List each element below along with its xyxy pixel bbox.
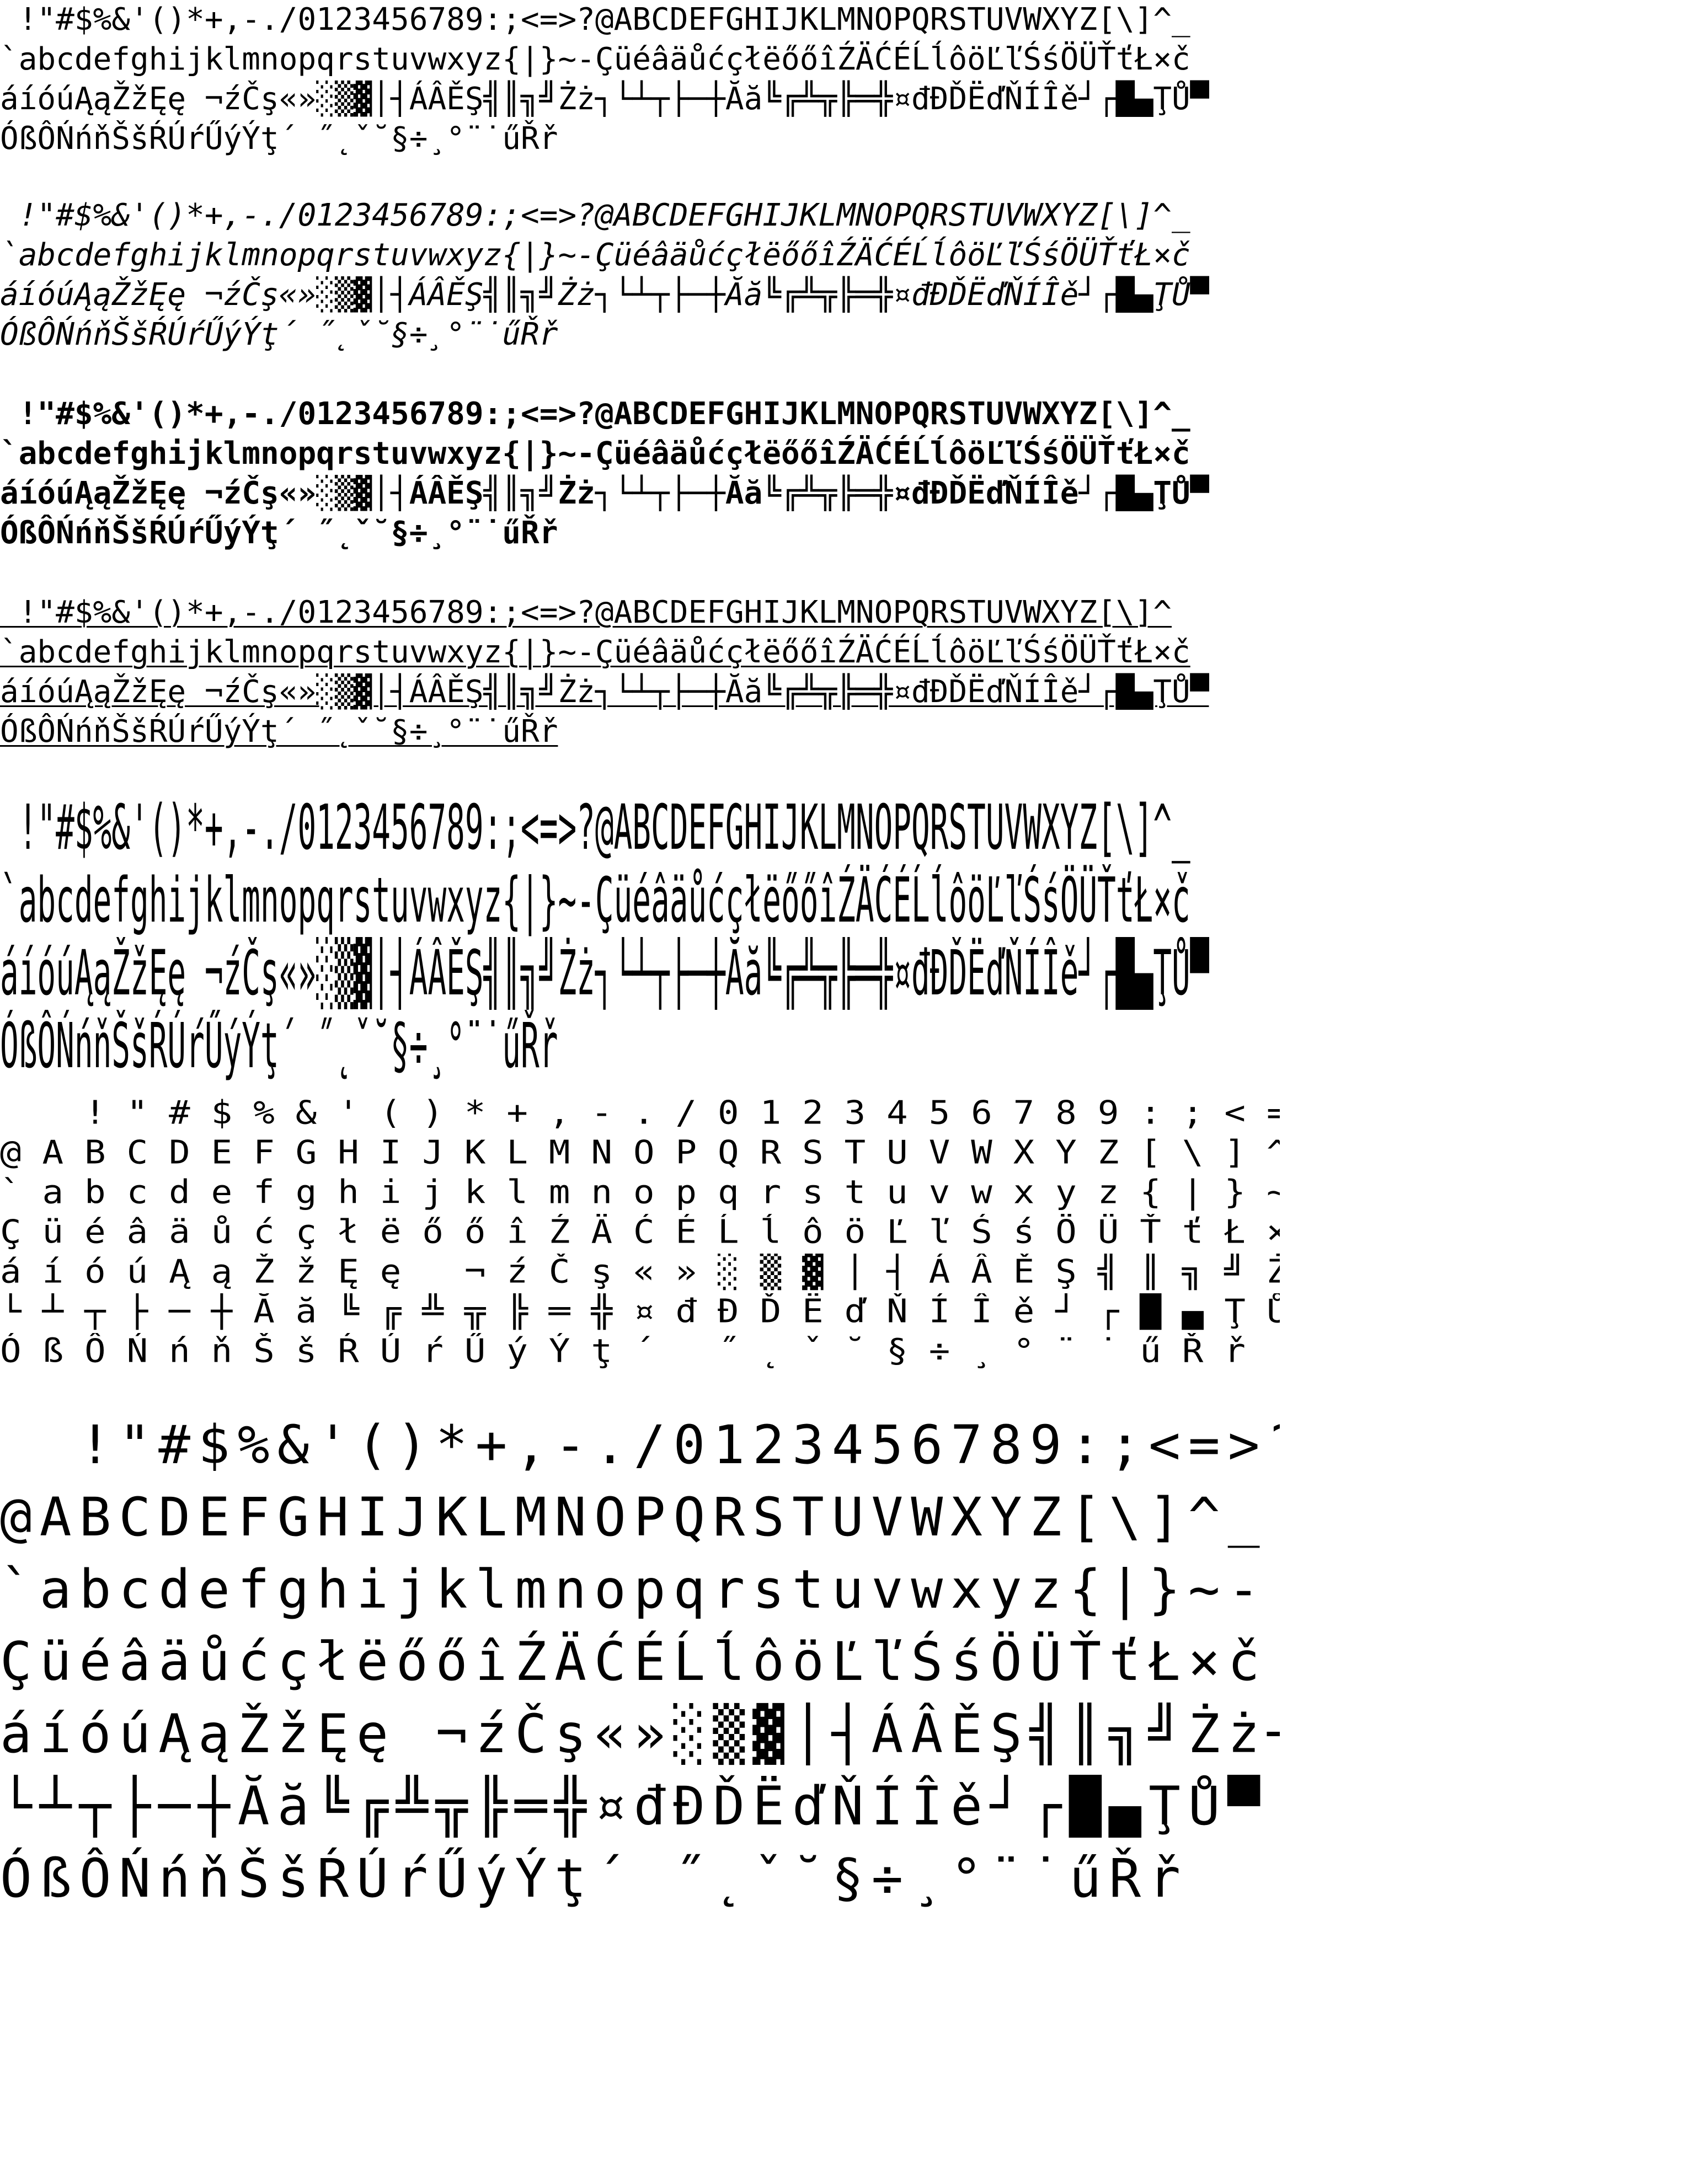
sample-line: áíóúĄąŽžĘę ¬źČş«»░▒▓│┤ÁÂĚŞ╣║╗╝Żż┐ — [0, 1254, 1280, 1291]
sample-line: !"#$%&'()*+,-./0123456789:;<=>? — [0, 1414, 1280, 1476]
sample-line: !"#$%&'()*+,-./0123456789:;<=>?@ABCDEFGH… — [0, 197, 1190, 233]
sample-line: ÓßÔŃńňŠšŔÚŕŰýÝţ´ ˝˛ˇ˘§÷¸°¨˙űŘř — [0, 1333, 1267, 1370]
sample-line: áíóúĄąŽžĘę ¬źČş«»░▒▓│┤ÁÂĚŞ╣║╗╝Żż┐└┴┬├─┼Ă… — [0, 81, 1209, 117]
sample-line: `abcdefghijklmnopqrstuvwxyz{|}~- — [0, 1559, 1268, 1620]
sample-line: !"#$%&'()*+,-./0123456789:;<=>?@ABCDEFGH… — [0, 792, 1190, 864]
sample-line: ÓßÔŃńňŠšŔÚŕŰýÝţ´ ˝˛ˇ˘§÷¸°¨˙űŘř — [0, 317, 558, 352]
sample-line: @ABCDEFGHIJKLMNOPQRSTUVWXYZ[\]^_ — [0, 1134, 1280, 1171]
sample-line: `abcdefghijklmnopqrstuvwxyz{|}~-Çüéâäůćç… — [0, 634, 1190, 670]
font-sample-normal: !"#$%&'()*+,-./0123456789:;<=>?@ABCDEFGH… — [0, 0, 1280, 159]
sample-line: ÓßÔŃńňŠšŔÚŕŰýÝţ´ ˝˛ˇ˘§÷¸°¨˙űŘř — [0, 515, 558, 551]
sample-line: áíóúĄąŽžĘę ¬źČş«»░▒▓│┤ÁÂĚŞ╣║╗╝Żż┐└┴┬├─┼Ă… — [0, 475, 1209, 511]
sample-line: @ABCDEFGHIJKLMNOPQRSTUVWXYZ[\]^_ — [0, 1486, 1268, 1548]
sample-line: ÓßÔŃńňŠšŔÚŕŰýÝţ´ ˝˛ˇ˘§÷¸°¨˙űŘř — [0, 714, 558, 750]
sample-line: ÓßÔŃńňŠšŔÚŕŰýÝţ´ ˝˛ˇ˘§÷¸°¨˙űŘř — [0, 1848, 1188, 1909]
font-sample-large: !"#$%&'()*+,-./0123456789:;<=>? @ABCDEFG… — [0, 1409, 1280, 1915]
sample-line: !"#$%&'()*+,-./0123456789:;<=>?@ABCDEFGH… — [0, 396, 1190, 432]
sample-line: !"#$%&'()*+,-./0123456789:;<=>?@ABCDEFGH… — [0, 595, 1172, 630]
sample-line: !"#$%&'()*+,-./0123456789:;<=>?@ABCDEFGH… — [0, 2, 1190, 38]
sample-line: `abcdefghijklmnopqrstuvwxyz{|}~- — [0, 1174, 1280, 1211]
sample-line: `abcdefghijklmnopqrstuvwxyz{|}~-Çüéâäůćç… — [0, 41, 1190, 77]
sample-line: áíóúĄąŽžĘę ¬źČş«»░▒▓│┤ÁÂĚŞ╣║╗╝Żż┐└┴┬├─┼Ă… — [0, 674, 1209, 710]
sample-line: ÇüéâäůćçłëőőîŹÄĆÉĹĺôöĽľŚśÖÜŤťŁ×č — [0, 1214, 1280, 1251]
font-sample-italic: !"#$%&'()*+,-./0123456789:;<=>?@ABCDEFGH… — [0, 196, 1280, 355]
sample-line: ÇüéâäůćçłëőőîŹÄĆÉĹĺôöĽľŚśÖÜŤťŁ×č — [0, 1631, 1268, 1693]
sample-line: áíóúĄąŽžĘę ¬źČş«»░▒▓│┤ÁÂĚŞ╣║╗╝Żż┐└┴┬├─┼Ă… — [0, 277, 1209, 313]
font-sample-wide: !"#$%&'()*+,-./0123456789:;<=>? @ABCDEFG… — [0, 1095, 1280, 1373]
sample-line: ÓßÔŃńňŠšŔÚŕŰýÝţ´ ˝˛ˇ˘§÷¸°¨˙űŘř — [0, 121, 558, 157]
sample-line: !"#$%&'()*+,-./0123456789:;<=>? — [0, 1095, 1280, 1132]
sample-line: áíóúĄąŽžĘę ¬źČş«»░▒▓│┤ÁÂĚŞ╣║╗╝Żż┐ — [0, 1703, 1280, 1765]
font-sample-tall: !"#$%&'()*+,-./0123456789:;<=>?@ABCDEFGH… — [0, 791, 1280, 1083]
sample-line: `abcdefghijklmnopqrstuvwxyz{|}~-Çüéâäůćç… — [0, 237, 1190, 273]
font-sample-bold: !"#$%&'()*+,-./0123456789:;<=>?@ABCDEFGH… — [0, 394, 1280, 553]
sample-line: `abcdefghijklmnopqrstuvwxyz{|}~-Çüéâäůćç… — [0, 436, 1190, 472]
sample-line: └┴┬├─┼Ăă╚╔╩╦╠═╬¤đĐĎËďŇÍÎě┘┌█▄ŢŮ▀ — [0, 1775, 1268, 1837]
sample-line: `abcdefghijklmnopqrstuvwxyz{|}~-Çüéâäůćç… — [0, 865, 1190, 936]
sample-line: └┴┬├─┼Ăă╚╔╩╦╠═╬¤đĐĎËďŇÍÎě┘┌█▄ŢŮ▀ — [0, 1293, 1280, 1330]
sample-line: áíóúĄąŽžĘę ¬źČş«»░▒▓│┤ÁÂĚŞ╣║╗╝Żż┐└┴┬├─┼Ă… — [0, 938, 1209, 1009]
font-sample-underline: !"#$%&'()*+,-./0123456789:;<=>?@ABCDEFGH… — [0, 593, 1280, 752]
sample-line: ÓßÔŃńňŠšŔÚŕŰýÝţ´ ˝˛ˇ˘§÷¸°¨˙űŘř — [0, 1010, 558, 1082]
